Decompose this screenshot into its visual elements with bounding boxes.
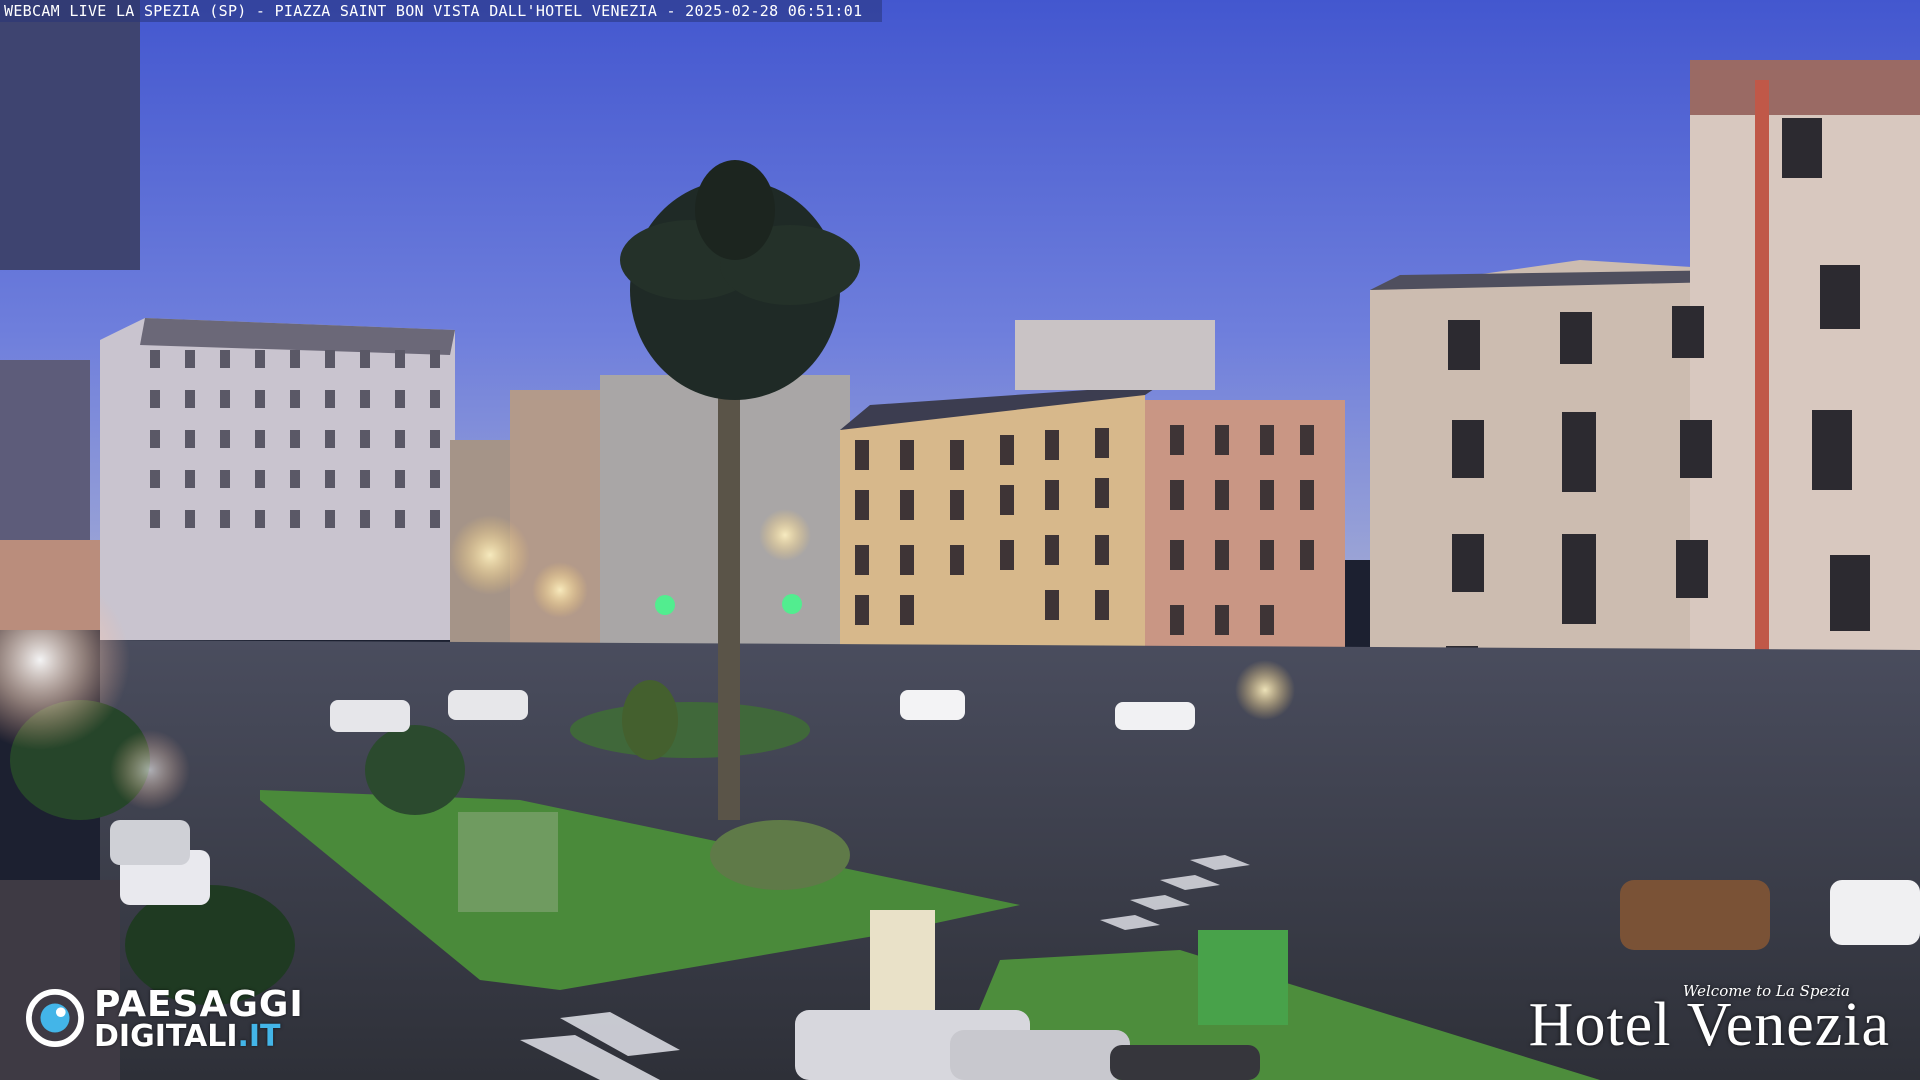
paesaggi-logo-main: DIGITALI [94, 1019, 238, 1054]
paesaggi-logo-icon [26, 989, 84, 1047]
tree-small-2 [622, 680, 678, 760]
hotel-name: Hotel Venezia [1528, 991, 1890, 1059]
green-bin [1198, 930, 1288, 1025]
bush [710, 820, 850, 890]
green-kiosk [458, 812, 558, 912]
hotel-venezia-logo: Welcome to La Spezia Hotel Venezia [1510, 980, 1890, 1060]
paesaggi-digitali-logo: PAESAGGI DIGITALI.IT [26, 985, 346, 1055]
paesaggi-logo-line2: DIGITALI.IT [94, 1021, 281, 1053]
ad-board [870, 910, 935, 1010]
paesaggi-logo-tld: .IT [237, 1019, 281, 1054]
tree-small [365, 725, 465, 815]
webcam-photo [0, 0, 1920, 1080]
webcam-scene: WEBCAM LIVE LA SPEZIA (SP) - PIAZZA SAIN… [0, 0, 1920, 1080]
webcam-caption: WEBCAM LIVE LA SPEZIA (SP) - PIAZZA SAIN… [0, 0, 883, 22]
roundabout [570, 702, 810, 758]
